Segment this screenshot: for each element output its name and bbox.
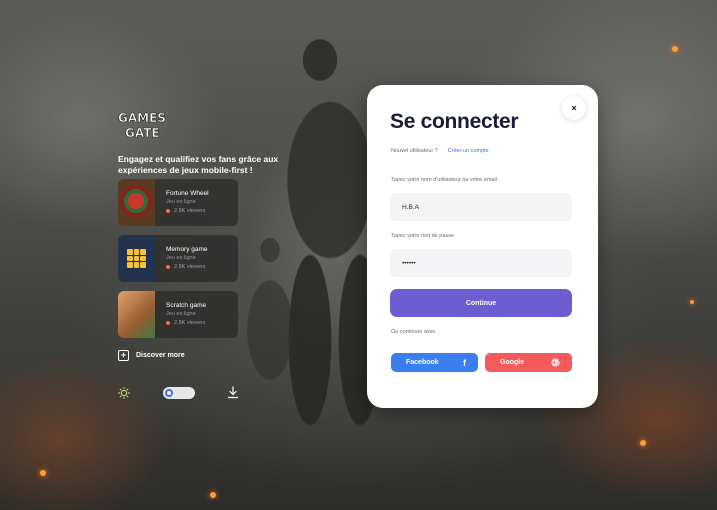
close-icon: × [571,103,577,113]
continue-button[interactable]: Continue [390,289,572,317]
game-subtitle: Jeu en ligne [166,255,196,261]
tagline: Engagez et qualifiez vos fans grâce aux … [118,154,279,175]
google-icon [551,358,560,367]
game-title: Fortune Wheel [166,190,209,197]
new-user-row: Nouvel utilisateur ? Créer un compte [391,148,489,154]
theme-toggle[interactable] [163,387,195,399]
game-card-fortune-wheel[interactable]: Fortune Wheel Jeu en ligne 2.8K viewers [118,179,238,226]
game-viewers: 2.8K viewers [166,206,209,216]
password-input[interactable] [390,249,572,277]
live-dot-icon [166,265,170,269]
username-input[interactable] [390,193,572,221]
game-viewers: 2.8K viewers [166,318,206,328]
sun-icon[interactable] [118,387,130,399]
memory-game-thumbnail [118,235,155,282]
facebook-icon: f [463,357,466,368]
download-icon[interactable] [227,386,239,399]
game-title: Memory game [166,246,208,253]
fortune-wheel-thumbnail [118,179,155,226]
discover-more-label: Discover more [136,352,185,359]
ember [690,300,694,304]
ember [40,470,46,476]
ember [210,492,216,498]
facebook-label: Facebook [406,359,439,366]
username-label: Tapez votre nom d'utilisateur ou votre e… [391,177,497,183]
login-title: Se connecter [390,110,519,133]
ember [640,440,646,446]
game-list: Fortune Wheel Jeu en ligne 2.8K viewers … [118,179,238,347]
ember [672,46,678,52]
live-dot-icon [166,209,170,213]
google-login-button[interactable]: Google [485,353,572,372]
plus-icon: + [118,350,129,361]
svg-text:GATE: GATE [125,126,160,140]
game-subtitle: Jeu en ligne [166,199,196,205]
scratch-game-thumbnail [118,291,155,338]
password-label: Tapez votre mot de passe [391,233,454,239]
facebook-login-button[interactable]: Facebook f [391,353,478,372]
live-dot-icon [166,321,170,325]
new-user-text: Nouvel utilisateur ? [391,148,438,154]
create-account-link[interactable]: Créer un compte [448,148,489,154]
game-viewers: 2.8K viewers [166,262,208,272]
game-title: Scratch game [166,302,207,309]
game-card-memory-game[interactable]: Memory game Jeu en ligne 2.8K viewers [118,235,238,282]
game-card-scratch-game[interactable]: Scratch game Jeu en ligne 2.8K viewers [118,291,238,338]
background-soldier-secondary [230,230,310,430]
svg-text:GAMES: GAMES [118,111,166,125]
close-button[interactable]: × [562,96,586,120]
games-gate-logo: GAMES GATE [118,111,166,140]
discover-more-button[interactable]: + Discover more [118,350,185,361]
or-continue-text: Ou continuer avec [391,329,436,335]
game-subtitle: Jeu en ligne [166,311,196,317]
google-label: Google [500,359,525,366]
toggle-knob [165,389,173,397]
